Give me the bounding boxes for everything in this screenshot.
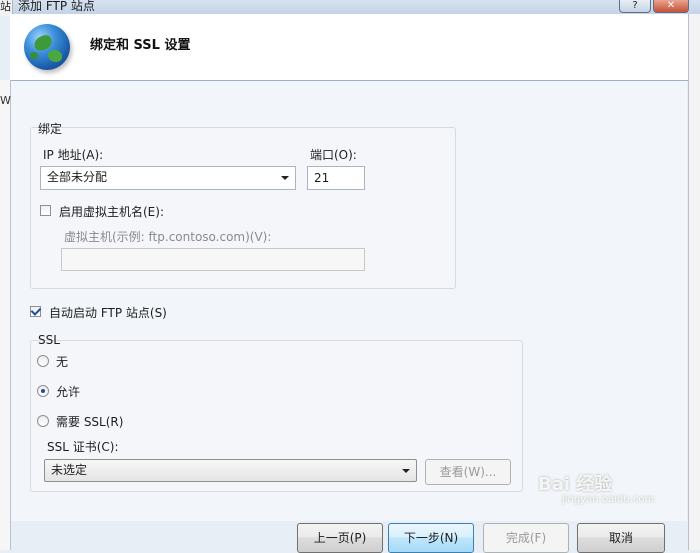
ssl-require-radio[interactable] <box>37 415 49 427</box>
cancel-button[interactable]: 取消 <box>577 523 665 553</box>
ssl-allow-radio[interactable] <box>37 385 49 397</box>
watermark-logo: Bai 经验 <box>538 474 613 495</box>
virtual-host-label: 虚拟主机(示例: ftp.contoso.com)(V): <box>64 230 272 244</box>
ssl-none-radio[interactable] <box>37 355 49 367</box>
port-label: 端口(O): <box>310 148 357 162</box>
autostart-checkbox[interactable] <box>30 306 41 317</box>
ssl-cert-dropdown[interactable]: 未选定 <box>44 459 417 482</box>
background-letter: W <box>0 94 11 107</box>
virtual-host-checkbox-label: 启用虚拟主机名(E): <box>59 205 164 219</box>
title-bar: 添加 FTP 站点 ? ✕ <box>0 0 700 14</box>
chevron-down-icon <box>402 469 410 473</box>
binding-group-label: 绑定 <box>38 122 63 136</box>
globe-icon <box>24 24 70 70</box>
prev-button[interactable]: 上一页(P) <box>297 523 383 553</box>
ssl-allow-label: 允许 <box>56 385 81 399</box>
help-button[interactable]: ? <box>619 0 651 13</box>
right-background-strip <box>688 14 700 550</box>
wizard-header: 绑定和 SSL 设置 <box>10 14 688 81</box>
chevron-down-icon <box>281 176 289 180</box>
ssl-require-label: 需要 SSL(R) <box>56 415 124 429</box>
finish-button[interactable]: 完成(F) <box>483 523 569 553</box>
ssl-cert-value: 未选定 <box>51 463 88 477</box>
ip-address-value: 全部未分配 <box>47 170 108 184</box>
window-title: 添加 FTP 站点 <box>18 0 95 13</box>
next-button[interactable]: 下一步(N) <box>388 523 474 553</box>
ip-address-dropdown[interactable]: 全部未分配 <box>40 166 296 190</box>
ssl-group-label: SSL <box>38 333 60 347</box>
close-button[interactable]: ✕ <box>653 0 689 13</box>
autostart-label: 自动启动 FTP 站点(S) <box>49 306 167 320</box>
ssl-cert-label: SSL 证书(C): <box>47 440 119 454</box>
port-input[interactable]: 21 <box>307 166 365 190</box>
virtual-host-checkbox[interactable] <box>40 205 51 216</box>
watermark-url: jingyan.baidu.com <box>562 494 655 505</box>
page-title: 绑定和 SSL 设置 <box>90 38 191 53</box>
view-cert-button[interactable]: 查看(W)... <box>425 459 511 485</box>
left-background-strip: W <box>0 80 11 550</box>
virtual-host-input[interactable] <box>61 248 365 271</box>
ip-address-label: IP 地址(A): <box>43 148 104 162</box>
ssl-none-label: 无 <box>56 355 69 369</box>
